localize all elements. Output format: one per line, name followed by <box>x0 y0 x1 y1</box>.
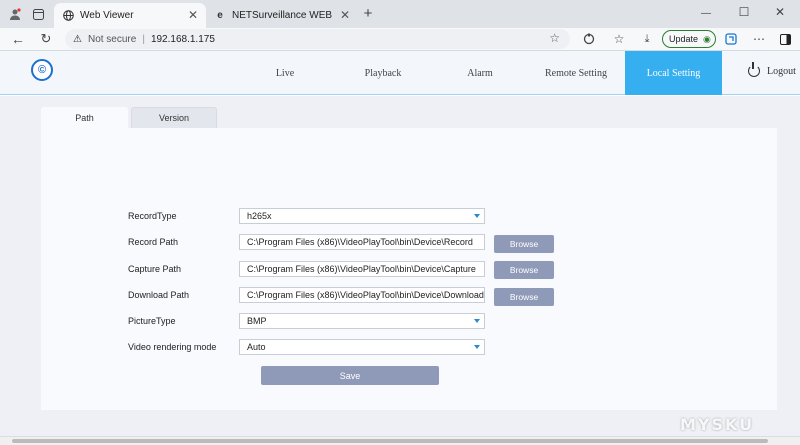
address-bar[interactable]: ⚠ Not secure | 192.168.1.175 ☆ <box>65 29 570 49</box>
favorites-icon[interactable]: ☆ <box>612 32 626 46</box>
capture-path-browse-button[interactable]: Browse <box>494 261 554 279</box>
logout-button[interactable]: Logout <box>748 62 796 77</box>
security-status: Not secure <box>87 33 137 45</box>
close-window-button[interactable]: ✕ <box>772 5 788 19</box>
maximize-button[interactable]: ☐ <box>736 5 752 19</box>
record-type-select[interactable]: h265x <box>239 208 485 224</box>
nav-live[interactable]: Live <box>250 51 320 95</box>
render-mode-label: Video rendering mode <box>128 342 217 352</box>
update-status-icon: ◉ <box>703 33 711 44</box>
downloads-icon[interactable]: ⤓ <box>640 31 654 47</box>
record-path-label: Record Path <box>128 237 179 247</box>
dropdown-arrow-icon <box>474 319 480 323</box>
workspaces-icon[interactable] <box>31 7 45 21</box>
warning-icon: ⚠ <box>73 33 82 45</box>
download-path-browse-button[interactable]: Browse <box>494 288 554 306</box>
update-button[interactable]: Update ◉ <box>662 30 716 48</box>
edge-icon: e <box>217 10 223 21</box>
copilot-icon[interactable] <box>724 32 738 46</box>
tab-title: Web Viewer <box>80 10 134 21</box>
tab-title: NETSurveillance WEB <box>232 10 333 21</box>
nav-remote-setting[interactable]: Remote Setting <box>535 51 617 95</box>
profile-icon[interactable] <box>8 7 22 21</box>
capture-path-label: Capture Path <box>128 264 182 274</box>
picture-type-select[interactable]: BMP <box>239 313 485 329</box>
globe-icon <box>62 10 74 22</box>
browser-tabstrip: Web Viewer ✕ e NETSurveillance WEB ✕ + —… <box>0 0 800 28</box>
picture-type-value: BMP <box>247 316 267 326</box>
dropdown-arrow-icon <box>474 345 480 349</box>
picture-type-label: PictureType <box>128 316 176 326</box>
back-icon[interactable]: ← <box>10 31 26 47</box>
new-tab-button[interactable]: + <box>360 5 376 22</box>
app-header: © Live Playback Alarm Remote Setting Loc… <box>0 51 800 95</box>
watermark: MYSKU <box>680 415 755 434</box>
app-logo: © <box>31 59 53 81</box>
capture-path-input[interactable]: C:\Program Files (x86)\VideoPlayTool\bin… <box>239 261 485 277</box>
nav-playback[interactable]: Playback <box>348 51 418 95</box>
record-path-browse-button[interactable]: Browse <box>494 235 554 253</box>
record-path-input[interactable]: C:\Program Files (x86)\VideoPlayTool\bin… <box>239 234 485 250</box>
nav-alarm[interactable]: Alarm <box>445 51 515 95</box>
tab-netsurveillance[interactable]: e NETSurveillance WEB ✕ <box>206 3 358 28</box>
save-button[interactable]: Save <box>261 366 439 385</box>
download-path-label: Download Path <box>128 290 190 300</box>
scrollbar-thumb[interactable] <box>12 439 768 443</box>
favorite-star-icon[interactable]: ☆ <box>549 31 560 45</box>
download-path-input[interactable]: C:\Program Files (x86)\VideoPlayTool\bin… <box>239 287 485 303</box>
more-menu-icon[interactable]: ⋯ <box>752 31 766 47</box>
power-icon <box>748 62 760 77</box>
tab-version[interactable]: Version <box>131 107 217 129</box>
download-path-value: C:\Program Files (x86)\VideoPlayTool\bin… <box>247 290 484 300</box>
dropdown-arrow-icon <box>474 214 480 218</box>
sidebar-toggle-icon[interactable] <box>778 32 792 46</box>
tab-web-viewer[interactable]: Web Viewer ✕ <box>54 3 206 28</box>
record-path-value: C:\Program Files (x86)\VideoPlayTool\bin… <box>247 237 473 247</box>
logout-label: Logout <box>767 65 796 77</box>
record-type-value: h265x <box>247 211 272 221</box>
update-label: Update <box>669 34 699 44</box>
tab-path[interactable]: Path <box>41 107 128 129</box>
extensions-icon[interactable] <box>582 32 596 46</box>
minimize-button[interactable]: — <box>698 6 714 20</box>
separator: | <box>142 33 145 45</box>
browser-toolbar: ← ↻ ⚠ Not secure | 192.168.1.175 ☆ ☆ ⤓ U… <box>0 28 800 51</box>
nav-local-setting[interactable]: Local Setting <box>625 51 722 95</box>
close-tab-icon[interactable]: ✕ <box>188 8 198 22</box>
horizontal-scrollbar[interactable] <box>0 436 800 445</box>
refresh-icon[interactable]: ↻ <box>38 31 54 47</box>
capture-path-value: C:\Program Files (x86)\VideoPlayTool\bin… <box>247 264 476 274</box>
render-mode-select[interactable]: Auto <box>239 339 485 355</box>
render-mode-value: Auto <box>247 342 266 352</box>
close-tab-icon[interactable]: ✕ <box>340 8 350 22</box>
url-text: 192.168.1.175 <box>150 33 215 45</box>
record-type-label: RecordType <box>128 211 177 221</box>
